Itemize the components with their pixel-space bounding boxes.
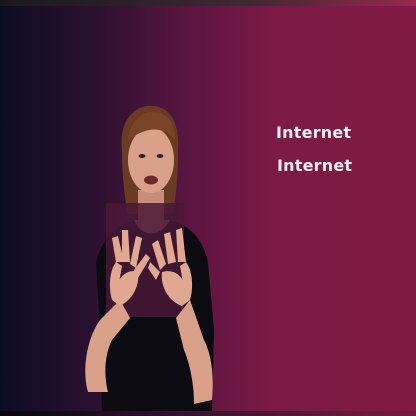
right-eye (156, 154, 164, 158)
video-frame: Internet Internet (0, 0, 416, 416)
left-eye (138, 154, 146, 158)
frame-bottom-edge (0, 411, 416, 416)
mouth (144, 175, 158, 185)
sign-language-interpreter (85, 105, 214, 416)
